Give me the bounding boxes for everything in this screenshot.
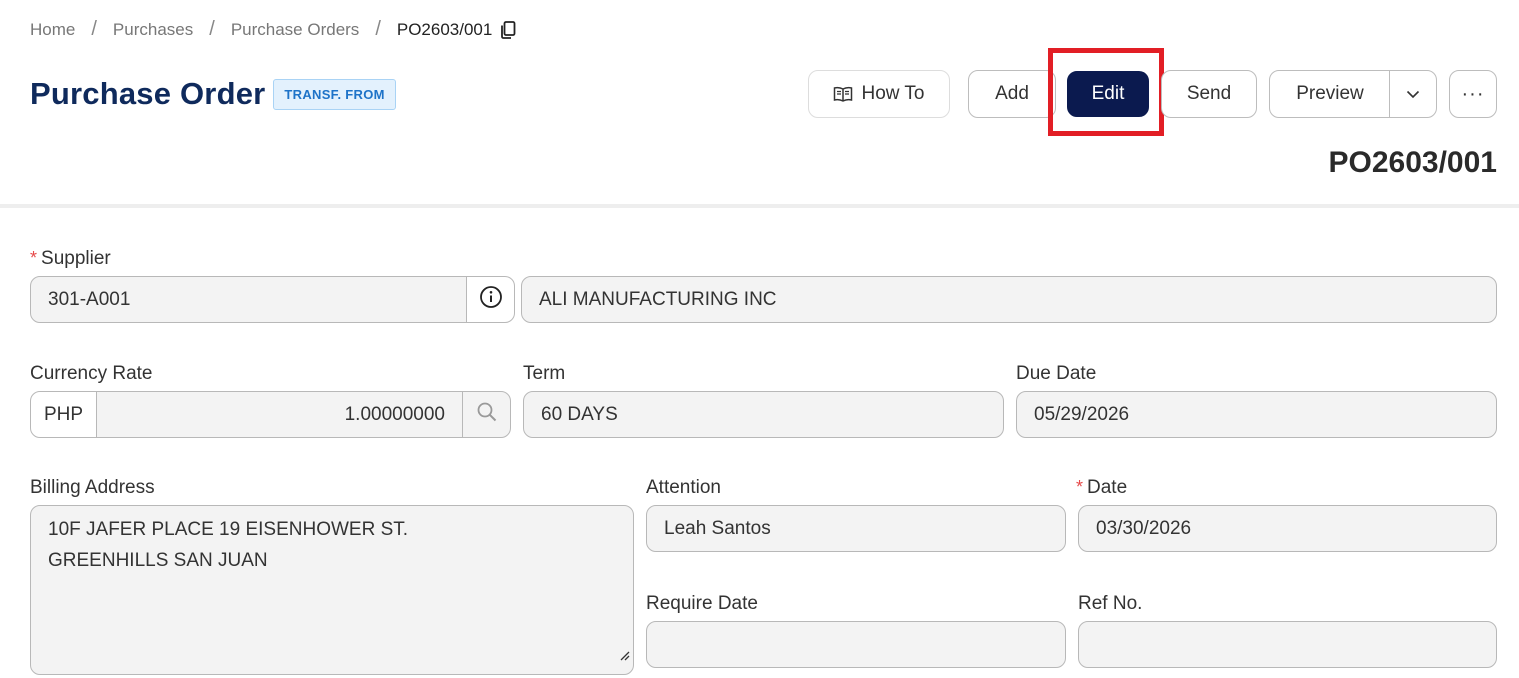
divider	[0, 204, 1519, 208]
currency-code-field[interactable]: PHP	[30, 391, 97, 438]
currency-rate-field[interactable]: 1.00000000	[96, 391, 463, 438]
require-date-label: Require Date	[646, 593, 758, 614]
send-button[interactable]: Send	[1161, 70, 1257, 118]
due-date-label: Due Date	[1016, 363, 1097, 384]
how-to-label: How To	[861, 83, 925, 104]
breadcrumb: Home / Purchases / Purchase Orders / PO2…	[30, 18, 516, 41]
term-label: Term	[523, 363, 566, 384]
highlight-box	[1048, 48, 1164, 136]
add-button[interactable]: Add	[968, 70, 1056, 118]
page-title: Purchase Order	[30, 76, 266, 111]
attention-field[interactable]: Leah Santos	[646, 505, 1066, 552]
breadcrumb-separator: /	[209, 18, 215, 40]
supplier-name-field[interactable]: ALI MANUFACTURING INC	[521, 276, 1497, 323]
supplier-info-button[interactable]	[466, 276, 515, 323]
resize-handle-icon[interactable]	[618, 640, 630, 671]
supplier-code-field[interactable]: 301-A001	[30, 276, 470, 323]
date-field[interactable]: 03/30/2026	[1078, 505, 1497, 552]
attention-label: Attention	[646, 477, 721, 498]
preview-dropdown-button[interactable]	[1389, 70, 1437, 118]
title-row: Purchase Order TRANSF. FROM	[30, 76, 396, 112]
status-badge: TRANSF. FROM	[273, 78, 396, 110]
breadcrumb-purchases[interactable]: Purchases	[113, 20, 193, 40]
currency-search-button[interactable]	[462, 391, 511, 438]
required-mark: *	[1076, 477, 1084, 497]
billing-address-line: 10F JAFER PLACE 19 EISENHOWER ST.	[48, 519, 409, 540]
more-options-button[interactable]: ···	[1449, 70, 1497, 118]
copy-icon[interactable]	[500, 20, 516, 39]
supplier-label-text: Supplier	[41, 248, 111, 269]
breadcrumb-purchase-orders[interactable]: Purchase Orders	[231, 20, 360, 40]
search-icon	[476, 401, 498, 428]
term-field[interactable]: 60 DAYS	[523, 391, 1004, 438]
billing-address-textarea[interactable]: 10F JAFER PLACE 19 EISENHOWER ST. GREENH…	[30, 505, 634, 675]
required-mark: *	[30, 248, 38, 268]
due-date-field[interactable]: 05/29/2026	[1016, 391, 1497, 438]
billing-address-line: GREENHILLS SAN JUAN	[48, 550, 268, 571]
date-label: * Date	[1076, 477, 1127, 499]
ref-no-field[interactable]	[1078, 621, 1497, 668]
how-to-button[interactable]: How To	[808, 70, 950, 118]
supplier-label: * Supplier	[30, 248, 111, 270]
breadcrumb-home[interactable]: Home	[30, 20, 75, 40]
currency-rate-label: Currency Rate	[30, 363, 153, 384]
breadcrumb-current: PO2603/001	[396, 19, 493, 39]
date-label-text: Date	[1087, 477, 1128, 498]
breadcrumb-separator: /	[375, 18, 381, 40]
billing-address-label: Billing Address	[30, 477, 155, 498]
info-icon	[479, 285, 503, 314]
preview-button[interactable]: Preview	[1269, 70, 1391, 118]
require-date-field[interactable]	[646, 621, 1066, 668]
breadcrumb-separator: /	[91, 18, 97, 40]
chevron-down-icon	[1406, 83, 1420, 105]
document-number: PO2603/001	[1328, 146, 1497, 179]
book-icon	[833, 86, 853, 102]
ref-no-label: Ref No.	[1078, 593, 1143, 614]
